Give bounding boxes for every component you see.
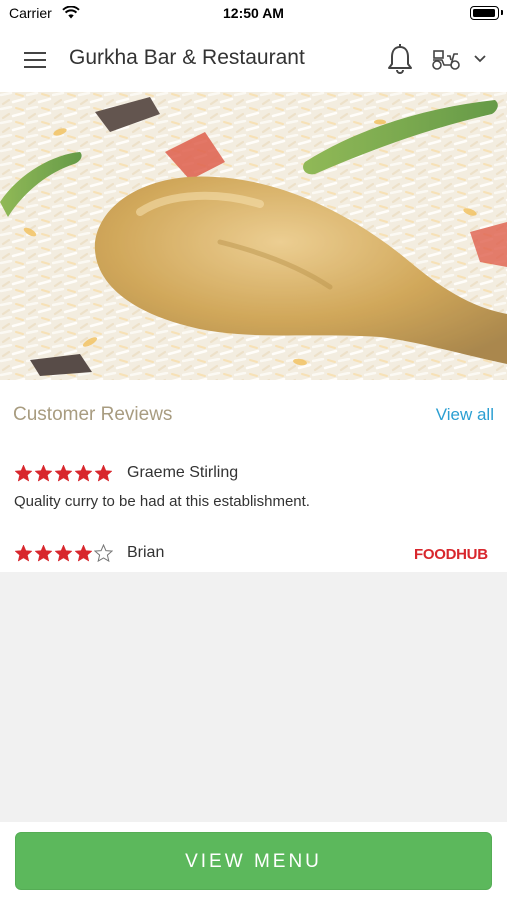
chicken-biryani-photo	[0, 92, 507, 380]
view-menu-button[interactable]: VIEW MENU	[15, 832, 492, 890]
battery-icon	[470, 6, 503, 20]
page-title: Gurkha Bar & Restaurant	[69, 46, 305, 69]
star-filled-icon	[14, 544, 33, 562]
star-rating	[14, 544, 113, 563]
status-bar: Carrier 12:50 AM	[0, 0, 507, 28]
reviews-heading: Customer Reviews	[13, 404, 173, 425]
view-all-reviews-link[interactable]: View all	[436, 405, 494, 425]
clock: 12:50 AM	[223, 5, 284, 21]
star-filled-icon	[74, 464, 93, 482]
customer-reviews-section: Customer Reviews View all Graeme Stirlin…	[0, 380, 507, 572]
star-filled-icon	[54, 544, 73, 562]
star-rating	[14, 464, 113, 483]
star-empty-icon	[94, 544, 113, 563]
reviewer-name: Graeme Stirling	[127, 464, 239, 481]
bell-icon[interactable]	[385, 42, 415, 76]
review-text: Quality curry to be had at this establis…	[14, 493, 310, 510]
star-filled-icon	[34, 464, 53, 482]
star-filled-icon	[14, 464, 33, 482]
restaurant-hero-image	[0, 92, 507, 380]
star-filled-icon	[74, 544, 93, 562]
foodhub-logo: FOODHUB	[414, 546, 488, 563]
star-filled-icon	[94, 464, 113, 482]
reviewer-name: Brian	[127, 544, 165, 561]
star-filled-icon	[54, 464, 73, 482]
hamburger-menu-icon[interactable]	[20, 46, 50, 74]
content-background	[0, 572, 507, 822]
scooter-icon[interactable]	[430, 46, 462, 72]
chevron-down-icon[interactable]	[472, 52, 488, 66]
app-header: Gurkha Bar & Restaurant	[0, 28, 507, 92]
star-filled-icon	[34, 544, 53, 562]
bottom-action-bar: VIEW MENU	[0, 822, 507, 900]
